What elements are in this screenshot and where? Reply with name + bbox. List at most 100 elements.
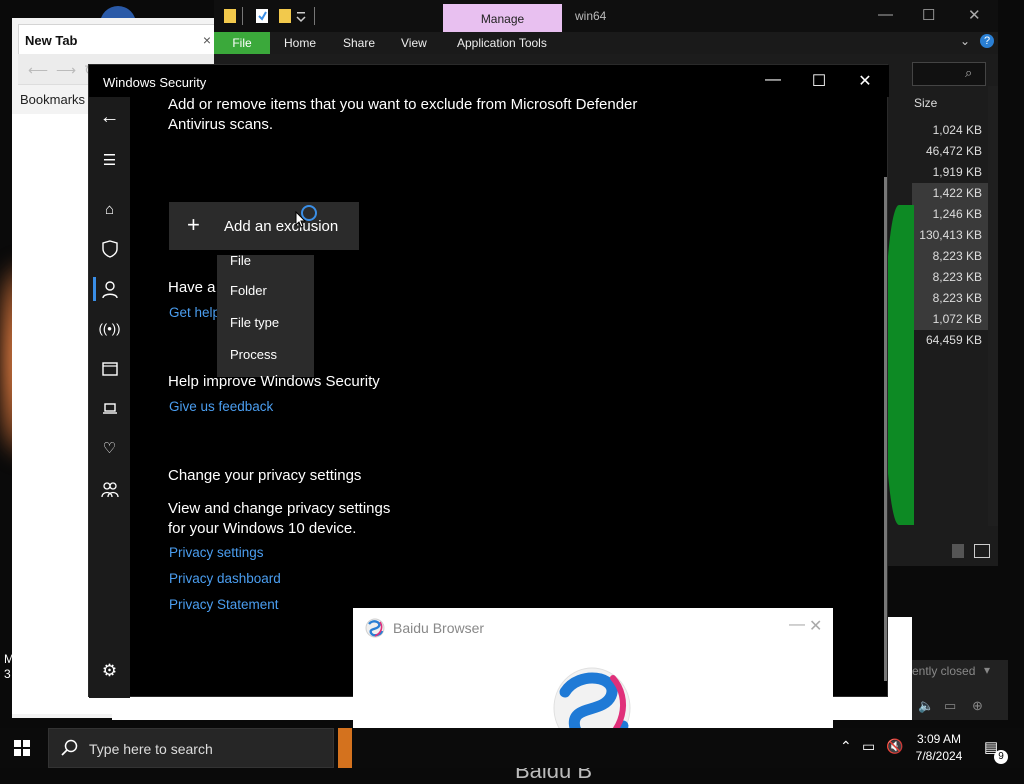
help-icon[interactable]: ? <box>980 34 994 48</box>
settings-gear-icon[interactable]: ⚙ <box>89 659 130 683</box>
minimize-icon[interactable]: — <box>878 6 893 23</box>
list-item[interactable]: 1,072 KB <box>912 309 988 330</box>
back-icon[interactable]: ← <box>89 105 130 129</box>
zoom-icon[interactable]: ⊕ <box>972 698 983 714</box>
tab-view[interactable]: View <box>401 36 427 50</box>
tab-file[interactable]: File <box>214 32 270 54</box>
home-icon[interactable]: ⌂ <box>89 198 130 222</box>
taskbar-app-button[interactable] <box>338 728 352 768</box>
add-exclusion-dropdown: File Folder File type Process <box>217 253 314 377</box>
close-icon[interactable]: ✕ <box>855 71 875 91</box>
maximize-icon[interactable]: ☐ <box>922 6 935 24</box>
list-item[interactable]: 1,919 KB <box>912 162 988 183</box>
device-security-icon[interactable] <box>89 397 130 421</box>
recently-closed-label[interactable]: ently closed <box>912 664 975 678</box>
explorer-titlebar: Manage win64 — ☐ ✕ <box>214 0 998 32</box>
volume-muted-icon[interactable]: 🔇 <box>886 738 903 755</box>
add-exclusion-button[interactable]: + Add an exclusion <box>169 202 359 250</box>
background-text-left: M 3 <box>4 652 14 682</box>
network-icon[interactable]: ▭ <box>862 738 875 755</box>
description-line: Add or remove items that you want to exc… <box>168 96 638 113</box>
bookmarks-bar[interactable]: Bookmarks <box>20 92 85 107</box>
tab-share[interactable]: Share <box>343 36 375 50</box>
windows-start-icon[interactable] <box>14 740 30 756</box>
privacy-statement-link[interactable]: Privacy Statement <box>169 597 279 612</box>
privacy-heading: Change your privacy settings <box>168 467 362 484</box>
browser-tab-title: New Tab <box>25 33 78 48</box>
help-improve-heading: Help improve Windows Security <box>168 373 380 390</box>
windows-security-window: Windows Security — ☐ ✕ ← ☰ ⌂ ((•)) ♡ ⚙ A… <box>88 64 889 698</box>
account-icon[interactable] <box>89 278 130 302</box>
notification-count-badge: 9 <box>994 750 1008 764</box>
minimize-icon[interactable]: — <box>763 71 783 89</box>
large-icons-view-icon[interactable] <box>974 544 990 558</box>
list-item[interactable]: 1,422 KB <box>912 183 988 204</box>
menu-item-file-type[interactable]: File type <box>230 315 279 330</box>
explorer-scrollbar[interactable] <box>988 86 998 526</box>
list-item[interactable]: 1,024 KB <box>912 120 988 141</box>
taskbar: Type here to search ⌃ ▭ 🔇 3:09 AM 7/8/20… <box>0 728 1024 768</box>
tab-home[interactable]: Home <box>284 36 316 50</box>
volume-icon[interactable]: 🔈 <box>918 698 934 714</box>
description-line: Antivirus scans. <box>168 116 274 133</box>
details-view-icon[interactable] <box>952 544 964 558</box>
menu-item-folder[interactable]: Folder <box>230 283 267 298</box>
list-item[interactable]: 130,413 KB <box>912 225 988 246</box>
list-item[interactable]: 8,223 KB <box>912 246 988 267</box>
close-icon[interactable]: × <box>203 32 211 48</box>
window-titlebar: Windows Security — ☐ ✕ <box>89 65 889 97</box>
list-item[interactable]: 8,223 KB <box>912 267 988 288</box>
search-icon <box>61 739 78 756</box>
menu-item-process[interactable]: Process <box>230 347 277 362</box>
app-browser-control-icon[interactable] <box>89 357 130 381</box>
baidu-title: Baidu Browser <box>393 620 485 636</box>
shield-icon[interactable] <box>89 237 130 261</box>
firewall-network-icon[interactable]: ((•)) <box>89 317 130 341</box>
browser-tab[interactable]: New Tab × <box>18 24 218 54</box>
list-item[interactable]: 46,472 KB <box>912 141 988 162</box>
back-icon[interactable]: ⟵ <box>28 62 48 79</box>
quick-access-toolbar-icon[interactable] <box>224 7 324 25</box>
device-health-icon[interactable]: ♡ <box>89 437 130 461</box>
explorer-status-bar <box>912 526 998 566</box>
maximize-icon[interactable]: ☐ <box>809 71 829 91</box>
taskbar-clock[interactable]: 3:09 AM 7/8/2024 <box>910 731 968 765</box>
forward-icon[interactable]: ⟶ <box>56 62 76 79</box>
browser-bottom-bar: ently closed ▾ 🔈 ▭ ⊕ <box>912 660 1008 720</box>
column-header-size[interactable]: Size <box>914 96 937 110</box>
tab-manage[interactable]: Manage <box>443 4 562 32</box>
description-line: View and change privacy settings <box>168 500 391 517</box>
tab-application-tools[interactable]: Application Tools <box>457 36 547 50</box>
give-feedback-link[interactable]: Give us feedback <box>169 399 273 414</box>
baidu-logo-icon <box>365 618 385 638</box>
explorer-window-title: win64 <box>575 9 607 23</box>
family-options-icon[interactable] <box>89 478 130 502</box>
chevron-down-icon[interactable]: ▾ <box>984 663 990 677</box>
close-icon[interactable]: ✕ <box>968 6 981 24</box>
list-item[interactable]: 1,246 KB <box>912 204 988 225</box>
chevron-up-icon[interactable]: ⌃ <box>840 738 852 755</box>
taskbar-search-box[interactable]: Type here to search <box>48 728 334 768</box>
background-text-line: M <box>4 652 14 666</box>
menu-item-file[interactable]: File <box>230 253 251 268</box>
privacy-dashboard-link[interactable]: Privacy dashboard <box>169 571 281 586</box>
list-item[interactable]: 64,459 KB <box>912 330 988 351</box>
background-text-line: 3 <box>4 667 11 681</box>
privacy-settings-link[interactable]: Privacy settings <box>169 545 264 560</box>
add-exclusion-label: Add an exclusion <box>224 218 339 235</box>
hamburger-menu-icon[interactable]: ☰ <box>89 149 130 173</box>
chevron-down-icon[interactable]: ⌄ <box>960 34 970 48</box>
clock-time: 3:09 AM <box>916 732 962 746</box>
window-icon[interactable]: ▭ <box>944 698 956 714</box>
get-help-link[interactable]: Get help <box>169 305 220 320</box>
minimize-icon[interactable]: — <box>789 616 805 634</box>
list-item[interactable]: 8,223 KB <box>912 288 988 309</box>
explorer-search-input[interactable]: ⌕ <box>912 62 986 86</box>
plus-icon: + <box>187 212 200 237</box>
vertical-scrollbar[interactable] <box>884 177 887 681</box>
file-size-list: 1,024 KB 46,472 KB 1,919 KB 1,422 KB 1,2… <box>912 120 988 351</box>
exclusions-description: Add or remove items that you want to exc… <box>168 95 637 135</box>
explorer-ribbon: File Home Share View Application Tools ⌄… <box>214 32 998 54</box>
close-icon[interactable]: ✕ <box>809 616 822 636</box>
mouse-cursor-icon <box>295 211 307 228</box>
